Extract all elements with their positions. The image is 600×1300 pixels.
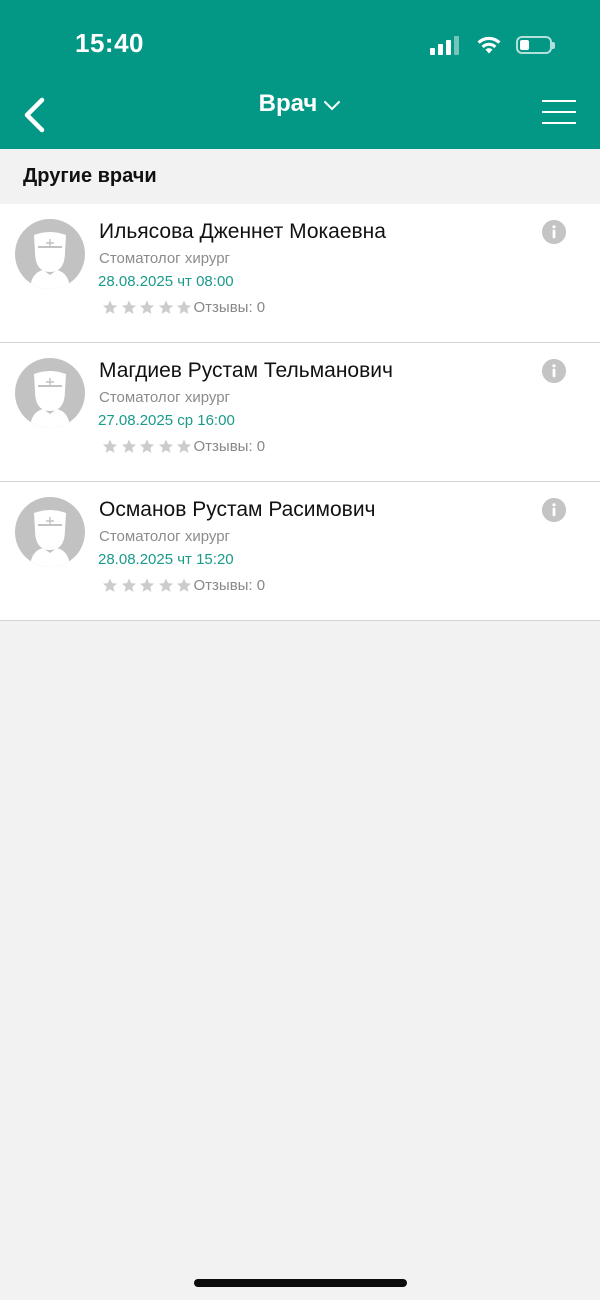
reviews-count: Отзывы: 0 [193, 299, 266, 316]
doctor-avatar-icon [15, 219, 85, 289]
star-icon [176, 439, 192, 453]
doctor-avatar-icon [15, 358, 85, 428]
star-icon [102, 578, 118, 592]
doctor-list-item[interactable]: Османов Рустам Расимович Стоматолог хиру… [0, 482, 600, 621]
star-icon [121, 300, 136, 314]
star-icon [139, 578, 155, 592]
doctor-name: Ильясова Дженнет Мокаевна [99, 220, 386, 243]
cellular-signal-icon [430, 35, 462, 55]
wifi-icon [477, 36, 501, 54]
next-appointment-slot[interactable]: 28.08.2025 чт 15:20 [98, 551, 234, 568]
menu-button[interactable] [542, 100, 576, 128]
title-dropdown[interactable]: Врач [0, 90, 600, 118]
reviews-count: Отзывы: 0 [193, 577, 266, 594]
rating-stars: Отзывы: 0 [101, 577, 265, 594]
info-icon[interactable] [542, 359, 566, 383]
doctor-list-item[interactable]: Магдиев Рустам Тельманович Стоматолог хи… [0, 343, 600, 482]
star-icon [158, 578, 173, 592]
star-icon [176, 578, 192, 592]
star-icon [158, 300, 173, 314]
status-icons [430, 33, 555, 57]
screen: 15:40 Врач Другие врачи Ильясова Дженнет… [0, 0, 600, 1300]
doctor-name: Османов Рустам Расимович [99, 498, 376, 521]
doctor-list: Ильясова Дженнет Мокаевна Стоматолог хир… [0, 204, 600, 621]
star-icon [121, 439, 136, 453]
doctor-specialty: Стоматолог хирург [99, 250, 231, 267]
doctor-specialty: Стоматолог хирург [99, 389, 231, 406]
star-icon [158, 439, 173, 453]
header-bar: 15:40 Врач [0, 0, 600, 149]
next-appointment-slot[interactable]: 27.08.2025 ср 16:00 [98, 412, 235, 429]
doctor-list-item[interactable]: Ильясова Дженнет Мокаевна Стоматолог хир… [0, 204, 600, 343]
star-icon [102, 439, 118, 453]
info-icon[interactable] [542, 220, 566, 244]
rating-stars: Отзывы: 0 [101, 299, 265, 316]
star-icon [121, 578, 136, 592]
star-icon [102, 300, 118, 314]
rating-stars: Отзывы: 0 [101, 438, 265, 455]
doctor-specialty: Стоматолог хирург [99, 528, 231, 545]
chevron-down-icon [324, 100, 341, 111]
star-icon [139, 439, 155, 453]
next-appointment-slot[interactable]: 28.08.2025 чт 08:00 [98, 273, 234, 290]
doctor-avatar-icon [15, 497, 85, 567]
battery-icon [516, 36, 555, 54]
status-time: 15:40 [75, 28, 144, 58]
star-icon [176, 300, 192, 314]
section-title: Другие врачи [23, 165, 157, 187]
star-icon [139, 300, 155, 314]
info-icon[interactable] [542, 498, 566, 522]
doctor-name: Магдиев Рустам Тельманович [99, 359, 393, 382]
section-header: Другие врачи [0, 149, 600, 204]
page-title: Врач [258, 90, 318, 117]
reviews-count: Отзывы: 0 [193, 438, 266, 455]
home-indicator[interactable] [194, 1279, 407, 1287]
